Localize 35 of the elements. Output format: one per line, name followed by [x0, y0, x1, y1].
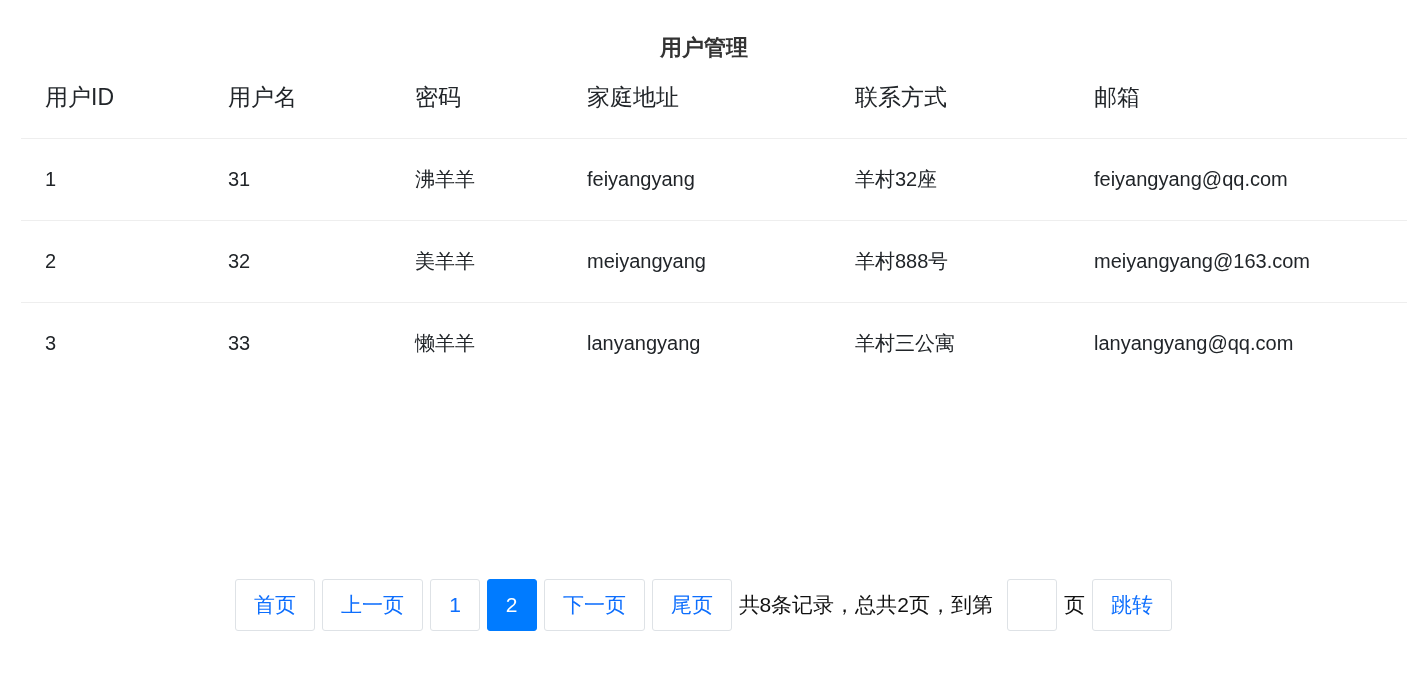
column-header: 家庭地址 — [563, 57, 831, 139]
page-button[interactable]: 1 — [430, 579, 480, 631]
table-cell: 2 — [21, 220, 204, 303]
table-cell: 1 — [21, 138, 204, 221]
column-header: 邮箱 — [1070, 57, 1407, 139]
table-cell: 3 — [21, 302, 204, 384]
table-cell: meiyangyang — [563, 220, 831, 303]
table-cell: meiyangyang@163.com — [1070, 220, 1407, 303]
table-cell: 31 — [204, 138, 391, 221]
page-title: 用户管理 — [658, 34, 749, 57]
page-button[interactable]: 首页 — [235, 579, 316, 631]
jump-button[interactable]: 跳转 — [1091, 579, 1172, 631]
record-summary: 共8条记录，总共2页，到第 — [738, 592, 993, 618]
column-header: 用户ID — [21, 57, 204, 139]
page-button[interactable]: 上一页 — [322, 579, 424, 631]
table-cell: 33 — [204, 302, 391, 384]
page-button[interactable]: 下一页 — [543, 579, 645, 631]
table-cell: 美羊羊 — [391, 220, 563, 303]
table-cell: feiyangyang — [563, 138, 831, 221]
column-header: 密码 — [391, 57, 563, 139]
table-cell: lanyangyang — [563, 302, 831, 384]
table-cell: feiyangyang@qq.com — [1070, 138, 1407, 221]
table-cell: 懒羊羊 — [391, 302, 563, 384]
page-button[interactable]: 2 — [486, 579, 537, 631]
page-unit-label: 页 — [1063, 592, 1085, 618]
table-cell: 羊村888号 — [831, 220, 1070, 303]
table-cell: 羊村32座 — [831, 138, 1070, 221]
table-cell: 羊村三公寓 — [831, 302, 1070, 384]
column-header: 用户名 — [204, 57, 391, 139]
table-cell: 32 — [204, 220, 391, 303]
table-cell: lanyangyang@qq.com — [1070, 302, 1407, 384]
page-button[interactable]: 尾页 — [651, 579, 732, 631]
page-number-field[interactable] — [1006, 579, 1057, 631]
column-header: 联系方式 — [831, 57, 1070, 139]
table-cell: 沸羊羊 — [391, 138, 563, 221]
